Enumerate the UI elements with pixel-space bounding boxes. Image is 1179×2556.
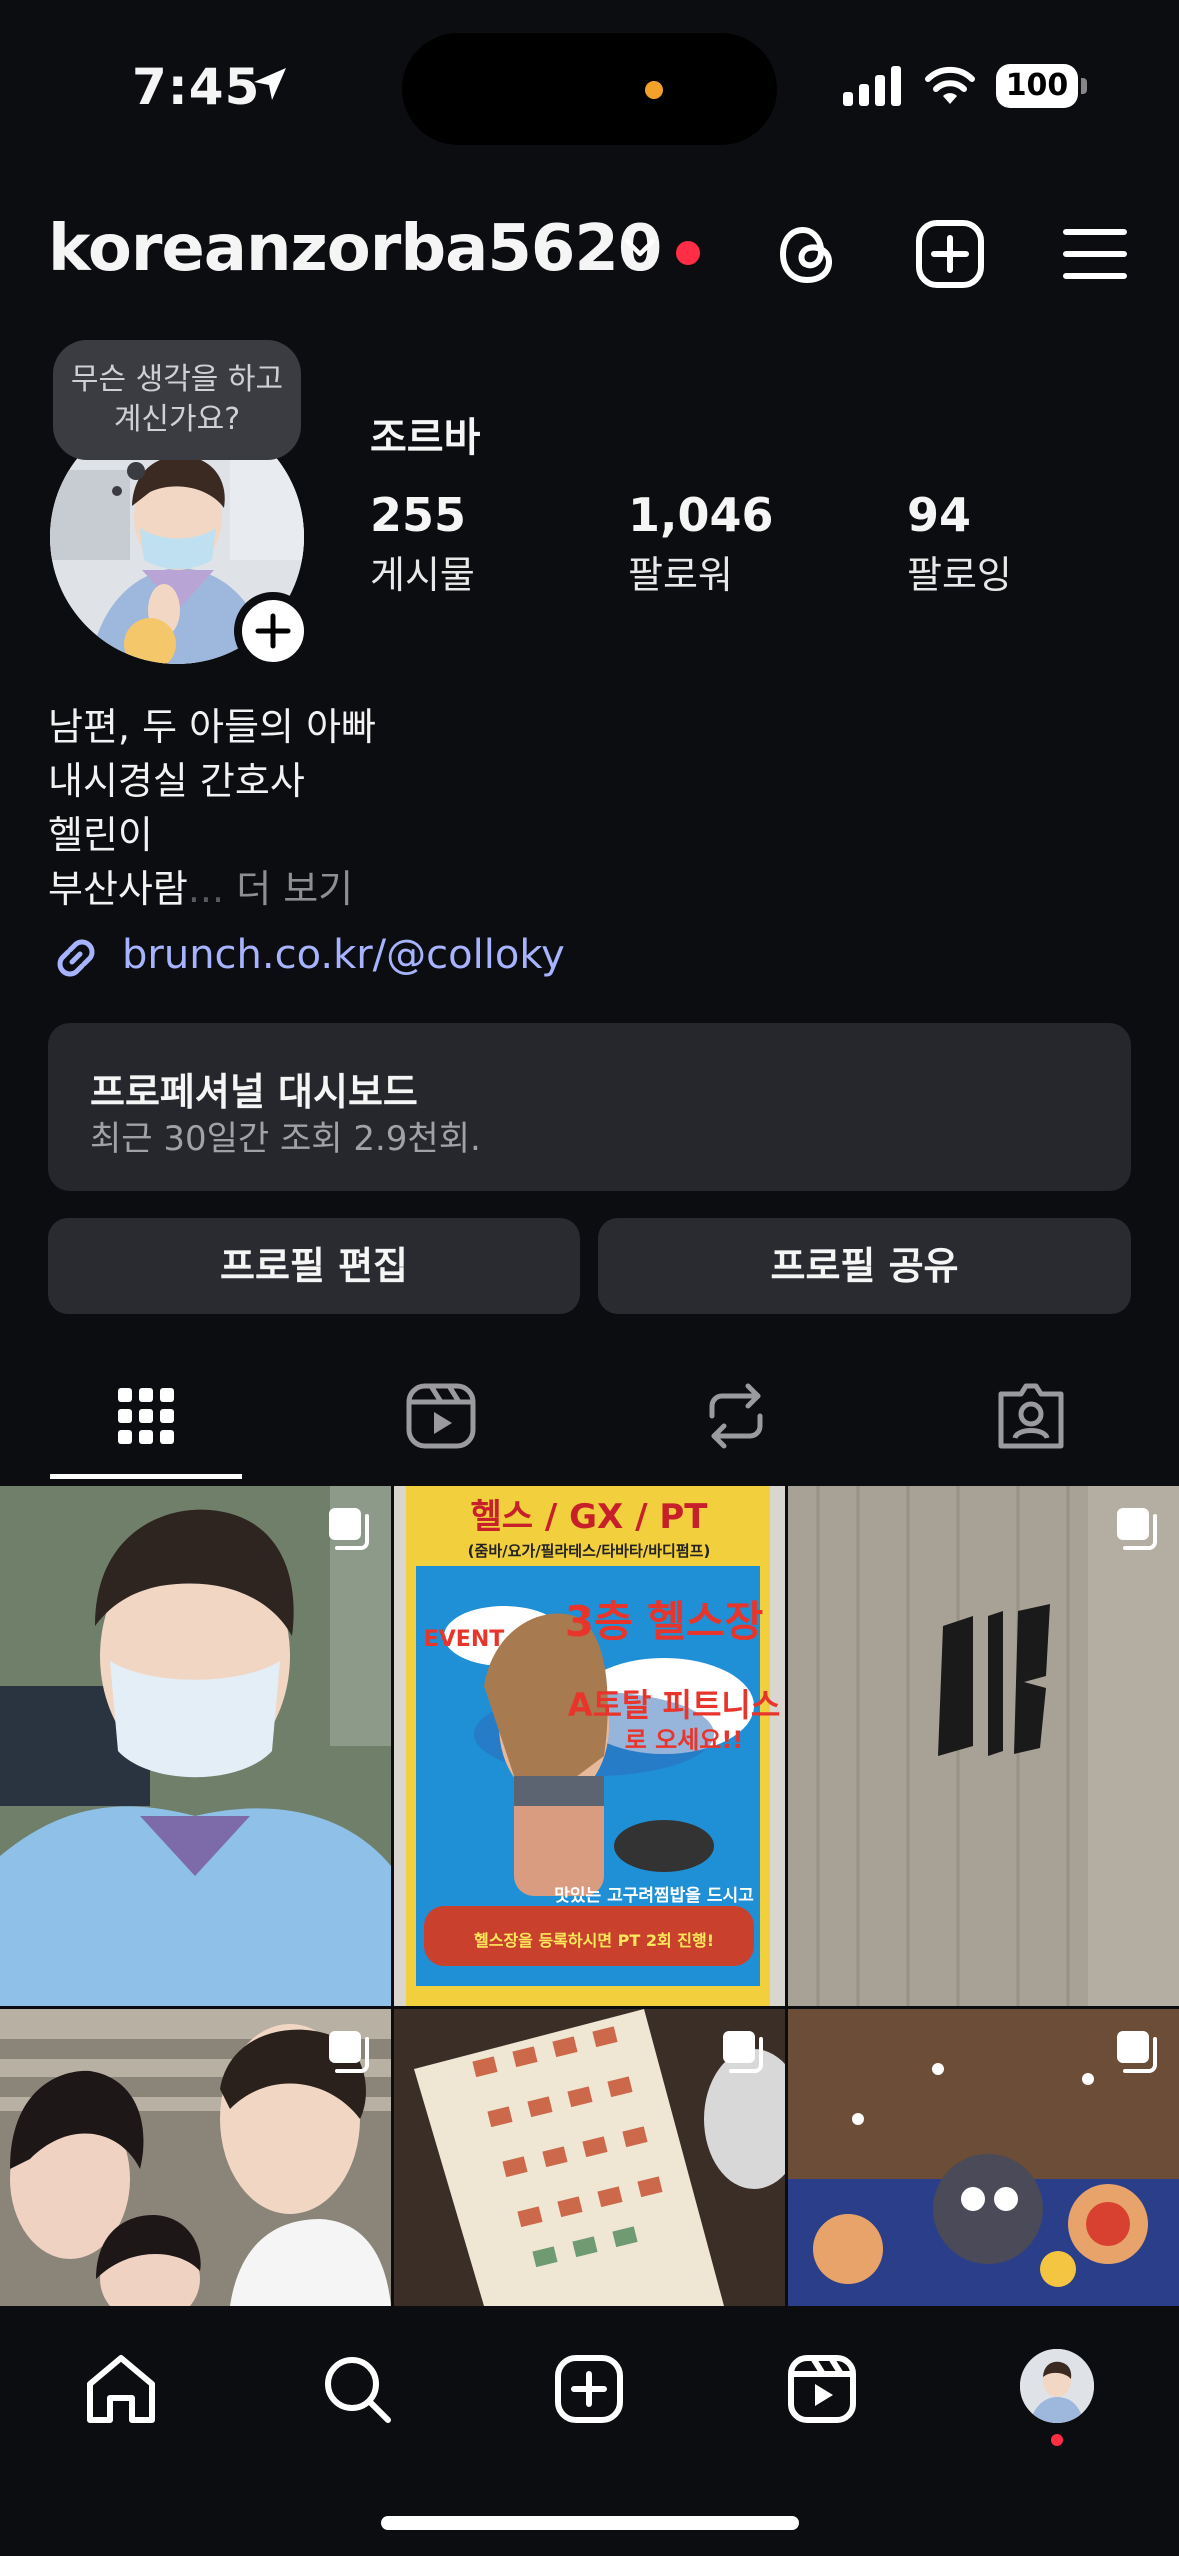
grid-post-menu-board[interactable]	[394, 2009, 785, 2306]
plus-icon	[255, 613, 291, 649]
home-indicator[interactable]	[381, 2516, 799, 2530]
multi-photo-icon	[329, 1508, 369, 1550]
profile-notification-dot	[1051, 2434, 1063, 2446]
tab-reels-icon[interactable]	[401, 1376, 481, 1456]
threads-icon[interactable]	[773, 218, 841, 290]
bio-more-link[interactable]: 더 보기	[236, 867, 353, 911]
poster-pt: 헬스장을 등록하시면 PT 2회 진행!	[474, 1931, 714, 1950]
battery-tip	[1081, 78, 1087, 94]
tab-tagged-icon[interactable]	[991, 1376, 1071, 1456]
following-label[interactable]: 팔로잉	[907, 544, 1012, 599]
posts-label[interactable]: 게시물	[370, 544, 475, 599]
account-notification-dot	[676, 241, 700, 265]
menu-icon[interactable]	[1062, 218, 1128, 290]
status-time: 7:45	[132, 58, 261, 116]
multi-photo-icon	[723, 2031, 763, 2073]
grid-post-gym-poster[interactable]: 헬스 / GX / PT (줌바/요가/필라테스/타바타/바디펌프) EVENT…	[394, 1486, 785, 2006]
tab-posts-grid-icon[interactable]	[106, 1376, 186, 1456]
add-story-button[interactable]	[234, 592, 312, 670]
link-icon	[57, 939, 95, 977]
followers-label[interactable]: 팔로워	[628, 544, 733, 599]
poster-badge: EVENT	[424, 1627, 505, 1652]
create-icon[interactable]	[550, 2350, 628, 2428]
create-post-icon[interactable]	[914, 218, 986, 290]
grid-post-door-number[interactable]	[788, 1486, 1179, 2006]
bio-ellipsis: ...	[187, 867, 225, 911]
bio-line: 내시경실 간호사	[48, 759, 305, 803]
grid-post-family[interactable]	[0, 2009, 391, 2306]
grid-post-mural[interactable]	[788, 2009, 1179, 2306]
chevron-down-icon[interactable]	[622, 236, 658, 260]
multi-photo-icon	[329, 2031, 369, 2073]
profile-link[interactable]: brunch.co.kr/@colloky	[48, 930, 565, 986]
display-name: 조르바	[370, 415, 481, 461]
bio-line-last: 부산사람... 더 보기	[48, 862, 376, 916]
poster-subheading: (줌바/요가/필라테스/타바타/바디펌프)	[468, 1542, 711, 1560]
recording-indicator	[645, 81, 663, 99]
profile-tab-avatar[interactable]	[1017, 2346, 1097, 2426]
reels-icon[interactable]	[783, 2350, 861, 2428]
cellular-signal-icon	[843, 66, 901, 106]
dashboard-title: 프로페셔널 대시보드	[90, 1070, 418, 1114]
wifi-icon	[925, 66, 975, 104]
account-username[interactable]: koreanzorba5620	[48, 212, 662, 286]
poster-floor: 3층 헬스장	[565, 1597, 763, 1646]
note-bubble-tail-small	[112, 486, 122, 496]
multi-photo-icon	[1117, 1508, 1157, 1550]
bottom-nav	[0, 2306, 1179, 2556]
dashboard-subtitle: 최근 30일간 조회 2.9천회.	[90, 1119, 481, 1159]
profile-bio: 남편, 두 아들의 아빠 내시경실 간호사 헬린이 부산사람... 더 보기	[48, 700, 376, 916]
poster-gym-name: A토탈 피트니스	[568, 1686, 781, 1724]
posts-count[interactable]: 255	[370, 488, 466, 542]
poster-heading: 헬스 / GX / PT	[471, 1497, 709, 1537]
profile-link-text[interactable]: brunch.co.kr/@colloky	[122, 932, 565, 978]
dynamic-island	[402, 33, 777, 145]
tab-reposts-icon[interactable]	[696, 1376, 776, 1456]
bio-line: 남편, 두 아들의 아빠	[48, 705, 376, 749]
grid-post-selfie[interactable]	[0, 1486, 391, 2006]
edit-profile-button[interactable]: 프로필 편집	[48, 1218, 580, 1314]
active-tab-indicator	[50, 1474, 242, 1479]
home-icon[interactable]	[82, 2350, 160, 2428]
status-bar: 7:45 100	[0, 0, 1179, 170]
poster-meal: 맛있는 고구려찜밥을 드시고	[554, 1886, 754, 1906]
location-arrow-icon	[254, 68, 286, 100]
bio-line: 헬린이	[48, 813, 153, 857]
battery-indicator: 100	[996, 64, 1078, 108]
professional-dashboard[interactable]: 프로페셔널 대시보드 최근 30일간 조회 2.9천회.	[48, 1023, 1131, 1191]
note-bubble[interactable]: 무슨 생각을 하고 계신가요?	[53, 340, 301, 460]
note-bubble-tail	[127, 462, 145, 480]
share-profile-button[interactable]: 프로필 공유	[598, 1218, 1131, 1314]
search-icon[interactable]	[318, 2350, 396, 2428]
poster-come: 로 오세요!!	[625, 1726, 744, 1754]
following-count[interactable]: 94	[907, 488, 971, 542]
multi-photo-icon	[1117, 2031, 1157, 2073]
followers-count[interactable]: 1,046	[628, 488, 774, 542]
bio-line: 부산사람	[48, 867, 188, 911]
